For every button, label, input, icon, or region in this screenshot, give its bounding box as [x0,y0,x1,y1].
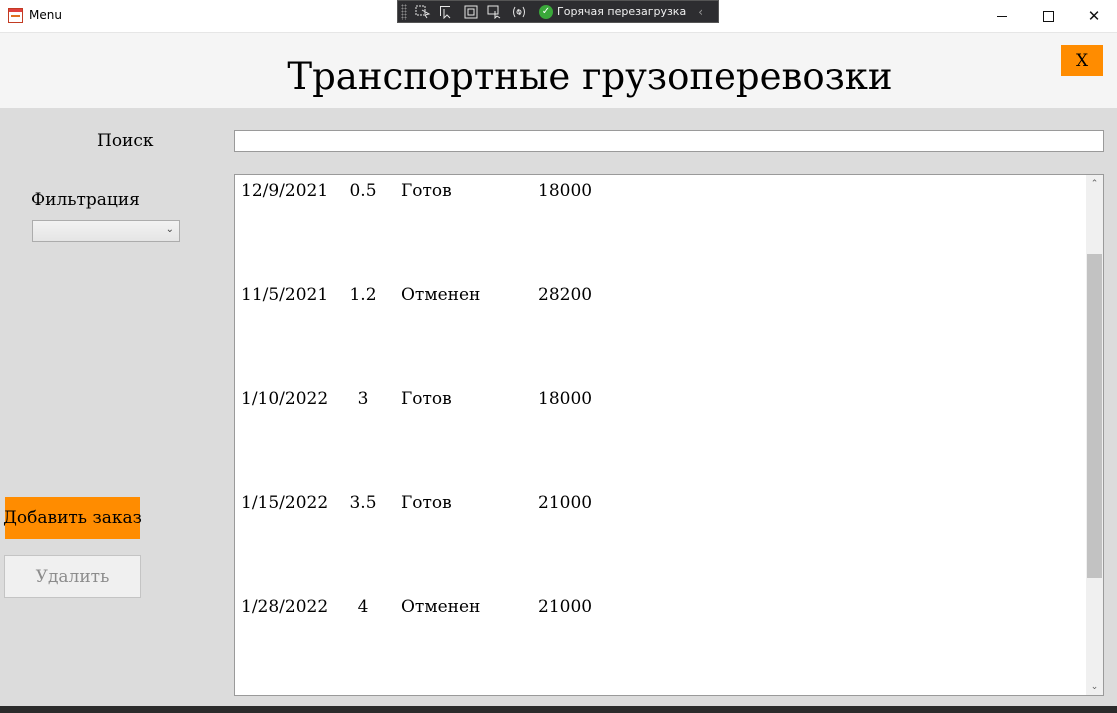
orders-list[interactable]: 12/9/2021 0.5 Готов 18000 11/5/2021 1.2 … [234,174,1104,696]
order-status: Готов [401,181,452,201]
order-price: 28200 [538,285,593,305]
title-bar: Menu ✓ Горячая перезагрузка ‹ ✕ [0,0,1117,33]
hot-reload-label[interactable]: Горячая перезагрузка [557,5,686,18]
binding-failures-icon[interactable] [511,5,527,19]
order-date: 1/28/2022 [241,597,329,617]
order-price: 21000 [538,597,593,617]
close-icon: ✕ [1087,7,1101,25]
pointer-icon[interactable] [439,5,455,19]
minimize-button[interactable] [979,0,1025,32]
close-app-button[interactable]: X [1061,45,1103,76]
toolbar-grip-icon[interactable] [401,3,407,20]
order-date: 11/5/2021 [241,285,329,305]
list-item[interactable]: 11/5/2021 1.2 Отменен 28200 [235,285,1085,309]
order-date: 1/15/2022 [241,493,329,513]
list-scrollbar[interactable]: ⌃ ⌄ [1086,175,1103,695]
order-price: 21000 [538,493,593,513]
taskbar-edge [0,706,1117,713]
maximize-button[interactable] [1025,0,1071,32]
minimize-icon [997,15,1007,17]
app-icon [8,8,23,23]
search-label: Поиск [97,131,154,151]
list-item[interactable]: 12/9/2021 0.5 Готов 18000 [235,181,1085,205]
order-weight: 1.2 [349,285,377,305]
order-status: Готов [401,493,452,513]
scroll-thumb[interactable] [1087,254,1102,578]
select-element-icon[interactable] [415,5,431,19]
add-order-button[interactable]: Добавить заказ [3,497,142,539]
order-weight: 0.5 [349,181,377,201]
maximize-icon [1042,10,1054,22]
chevron-down-icon: ⌄ [165,224,174,235]
page-title: Транспортные грузоперевозки [287,55,893,98]
delete-button[interactable]: Удалить [4,555,141,598]
search-input[interactable] [234,130,1104,152]
order-status: Отменен [401,285,481,305]
order-date: 1/10/2022 [241,389,329,409]
scroll-up-icon[interactable]: ⌃ [1086,175,1103,192]
order-price: 18000 [538,181,593,201]
order-weight: 4 [357,597,369,617]
order-status: Готов [401,389,452,409]
app-window: Menu ✓ Горячая перезагрузка ‹ ✕ Транспор… [0,0,1117,713]
collapse-toolbar-icon[interactable]: ‹ [698,5,703,19]
window-close-button[interactable]: ✕ [1071,0,1117,32]
order-weight: 3 [357,389,369,409]
window-title: Menu [29,8,62,22]
header: Транспортные грузоперевозки X [0,33,1117,108]
scroll-down-icon[interactable]: ⌄ [1086,678,1103,695]
list-item[interactable]: 1/28/2022 4 Отменен 21000 [235,597,1085,621]
layout-adorner-icon[interactable] [463,5,479,19]
list-item[interactable]: 1/10/2022 3 Готов 18000 [235,389,1085,413]
debug-toolbar: ✓ Горячая перезагрузка ‹ [397,0,719,23]
list-item[interactable]: 1/15/2022 3.5 Готов 21000 [235,493,1085,517]
order-price: 18000 [538,389,593,409]
filter-dropdown[interactable]: ⌄ [32,220,180,242]
order-date: 12/9/2021 [241,181,329,201]
track-focus-icon[interactable] [487,5,503,19]
hot-reload-status-icon: ✓ [539,4,553,19]
filter-label: Фильтрация [31,190,140,210]
order-weight: 3.5 [349,493,377,513]
order-status: Отменен [401,597,481,617]
